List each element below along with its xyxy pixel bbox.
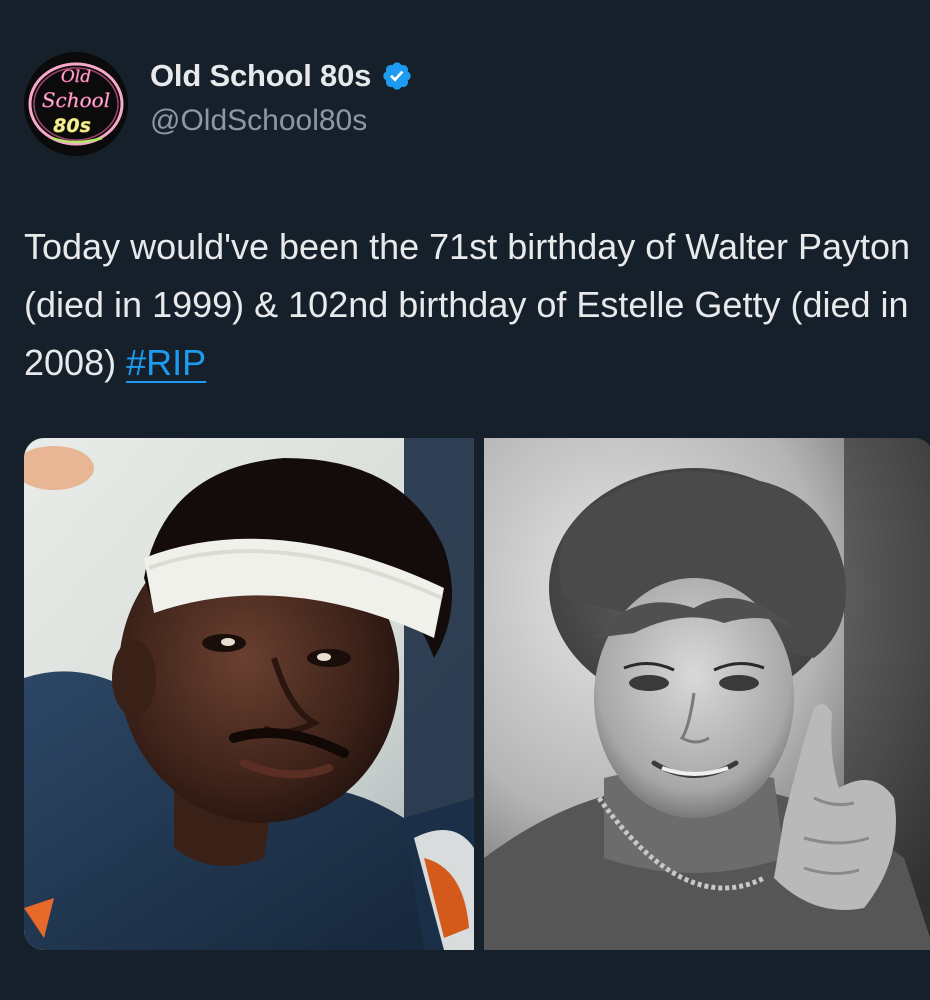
neon-logo-icon: Old School 80s	[24, 52, 128, 156]
tweet: Old School 80s Old School 80s @OldSchool…	[0, 0, 930, 1000]
photo-walter-payton[interactable]	[24, 438, 474, 950]
verified-badge-icon	[381, 60, 413, 92]
logo-text-school: School	[42, 88, 110, 112]
author-name-row: Old School 80s	[150, 58, 413, 94]
logo-text-old: Old	[61, 67, 91, 87]
display-name[interactable]: Old School 80s	[150, 58, 371, 94]
media-grid	[24, 438, 930, 950]
photo-estelle-getty[interactable]	[484, 438, 930, 950]
logo-text-80s: 80s	[53, 115, 91, 137]
hashtag-link[interactable]: #RIP	[126, 342, 206, 383]
avatar[interactable]: Old School 80s	[24, 52, 128, 156]
author-handle[interactable]: @OldSchool80s	[150, 104, 367, 138]
tweet-text: Today would've been the 71st birthday of…	[24, 218, 924, 392]
